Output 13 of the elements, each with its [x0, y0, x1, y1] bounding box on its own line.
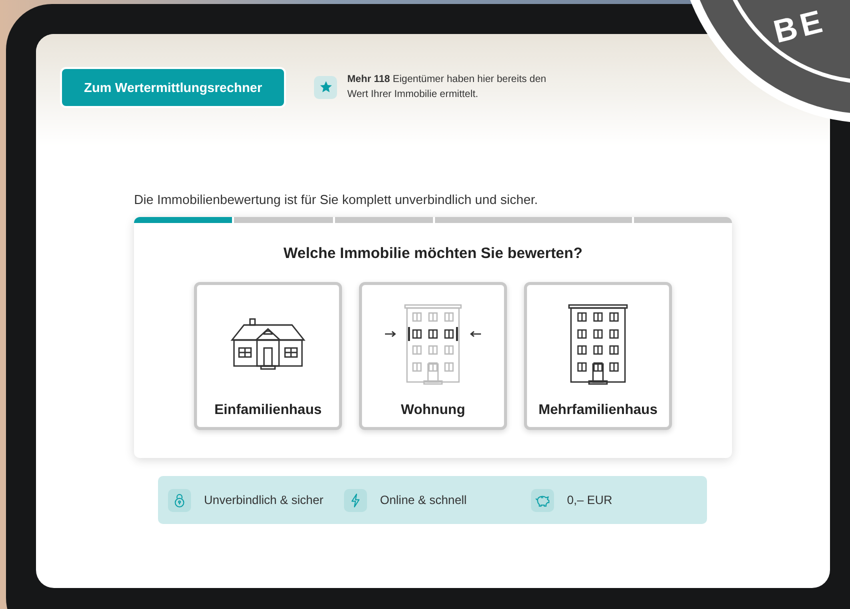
benefit-text: 0,– EUR	[567, 493, 612, 507]
benefit-text: Unverbindlich & sicher	[204, 493, 324, 507]
apartment-building-icon	[568, 302, 628, 386]
property-type-option[interactable]: Einfamilienhaus	[194, 282, 342, 430]
house-icon	[230, 316, 306, 372]
property-type-option[interactable]: Wohnung	[359, 282, 507, 430]
apartment-building-icon	[383, 302, 483, 386]
benefit-text: Online & schnell	[380, 493, 467, 507]
owners-info-text: Mehr 118 Eigentümer haben hier bereits den Wert Ihrer Immobilie ermittelt.	[347, 73, 548, 102]
seal-text: BE	[770, 2, 830, 50]
question-title: Welche Immobilie möchten Sie bewerten?	[282, 245, 584, 262]
intro-text: Die Immobilienbewertung ist für Sie komplett unverbindlich und sicher.	[134, 192, 539, 207]
property-type-option[interactable]: Mehrfamilienhaus	[524, 282, 672, 430]
